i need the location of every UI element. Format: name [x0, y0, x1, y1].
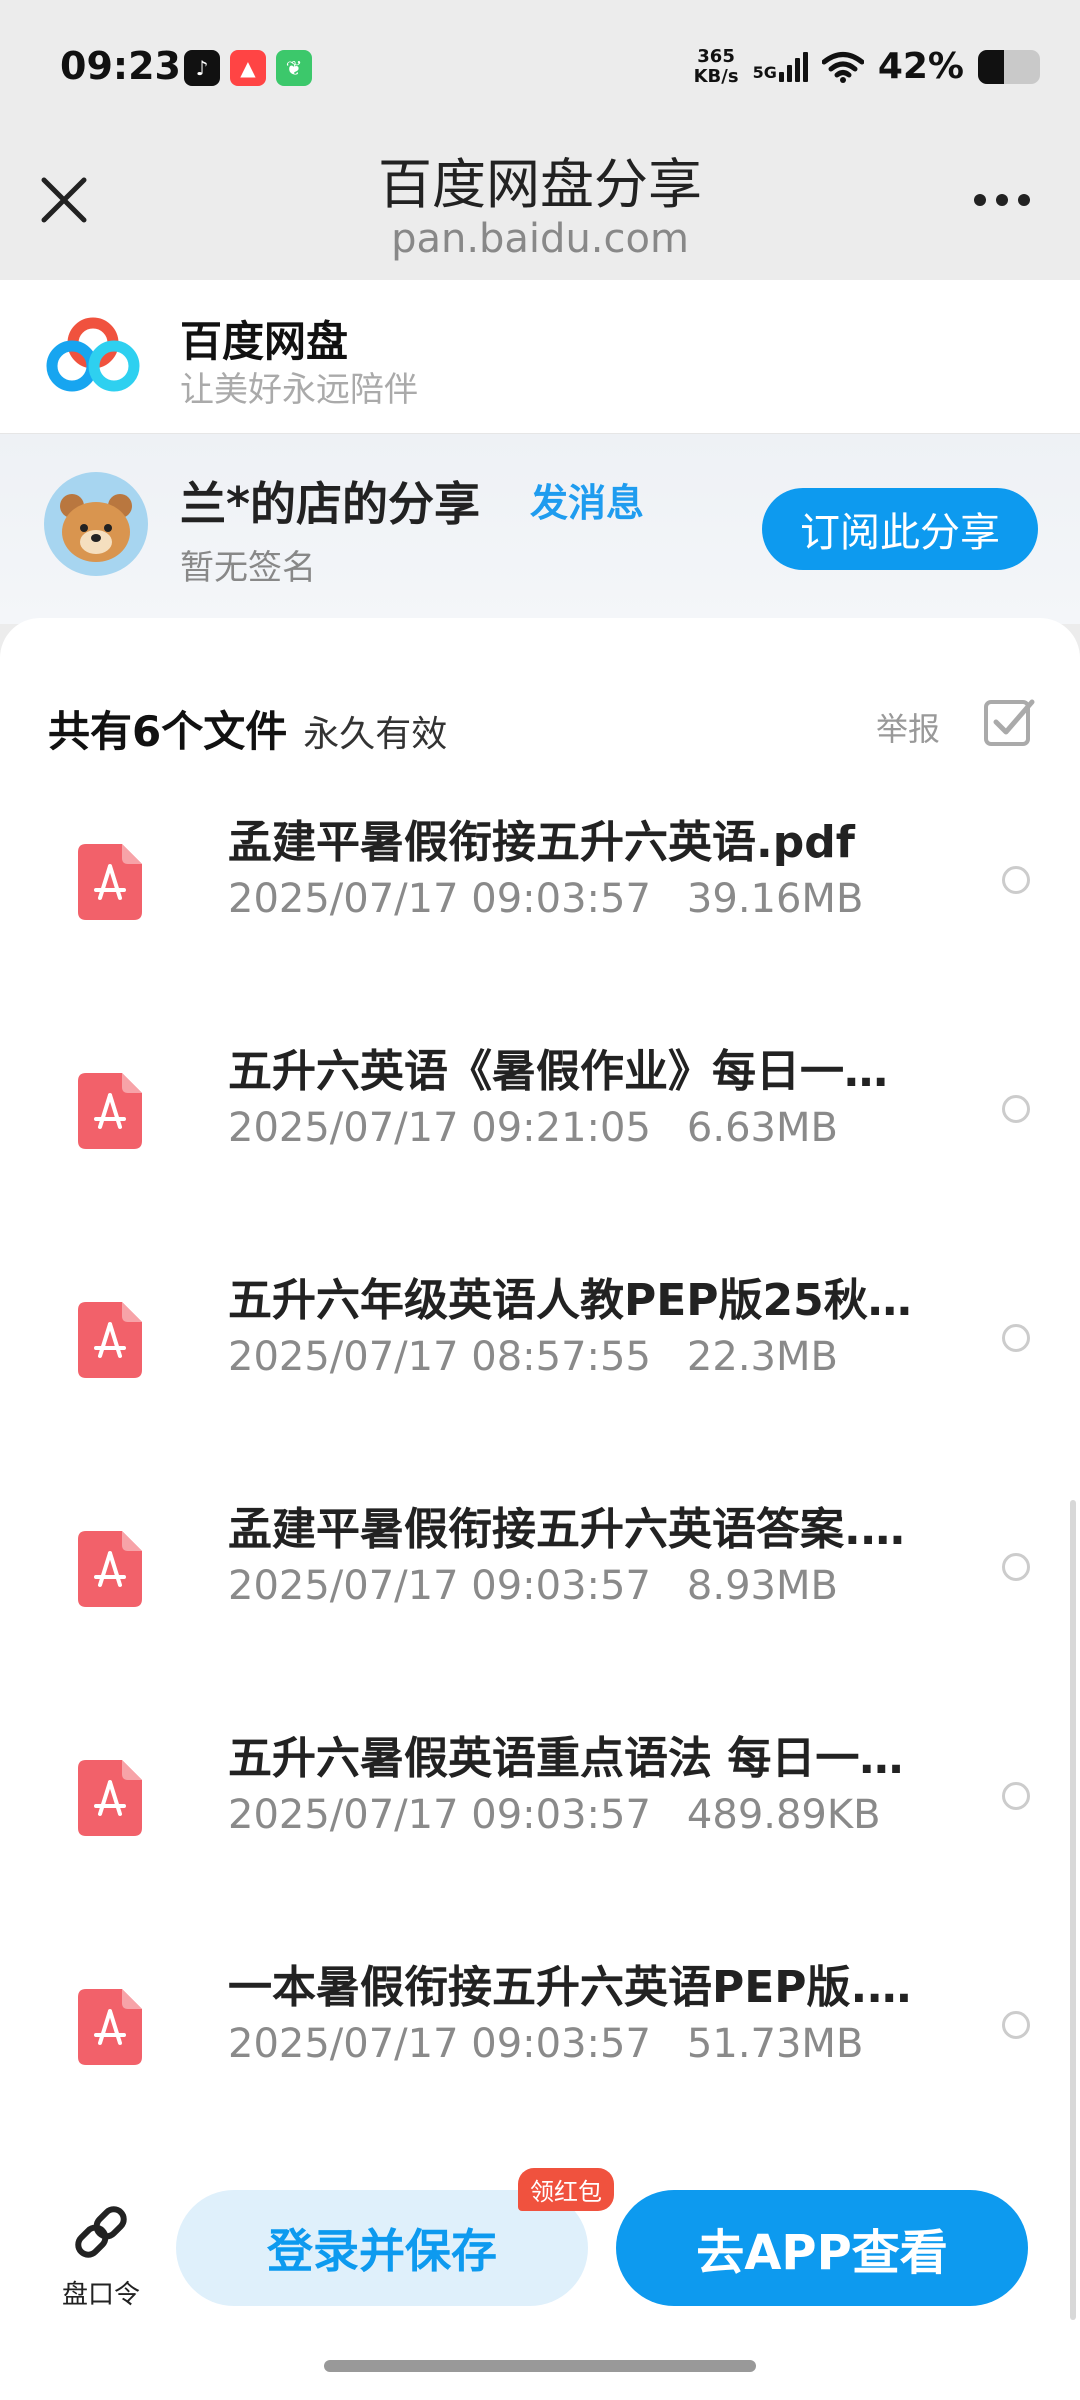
file-size: 39.16MB: [686, 876, 864, 922]
file-select-radio[interactable]: [1002, 1095, 1030, 1123]
app-notification-icon: ▲: [230, 50, 266, 86]
file-name: 一本暑假衔接五升六英语PEP版.pdf: [228, 1962, 928, 2013]
file-name: 五升六年级英语人教PEP版25秋…: [228, 1275, 912, 1326]
page-url: pan.baidu.com: [391, 216, 689, 262]
list-header: 共有6个文件 永久有效: [48, 698, 447, 759]
sharer-section: 兰*的店的分享 发消息 暂无签名 订阅此分享: [0, 434, 1080, 624]
red-packet-badge: 领红包: [518, 2168, 614, 2211]
file-date: 2025/07/17 09:03:57: [228, 876, 651, 922]
gesture-navigation-handle[interactable]: [324, 2360, 756, 2372]
send-message-link[interactable]: 发消息: [530, 472, 644, 527]
file-row[interactable]: 五升六英语《暑假作业》每日一… 2025/07/17 09:21:05 6.63MB: [0, 1017, 1080, 1246]
file-size: 6.63MB: [686, 1105, 838, 1151]
avatar: [44, 472, 148, 576]
validity: 永久有效: [303, 714, 448, 755]
file-row[interactable]: 五升六暑假英语重点语法 每日一… 2025/07/17 09:03:57 489.8…: [0, 1704, 1080, 1933]
file-row[interactable]: 孟建平暑假衔接五升六英语.pdf 2025/07/17 09:03:57 39.16…: [0, 788, 1080, 1017]
link-code-button[interactable]: 盘口令: [56, 2200, 146, 2311]
baidu-netdisk-logo: [46, 317, 140, 392]
brand-bar: 百度网盘 让美好永远陪伴: [0, 280, 1080, 434]
file-meta: 2025/07/17 08:57:55 22.3MB: [228, 1334, 838, 1380]
file-date: 2025/07/17 09:03:57: [228, 2021, 651, 2067]
bear-avatar-icon: [60, 494, 132, 562]
status-app-icons: ♪ ▲ ❦: [184, 50, 312, 86]
file-name: 五升六暑假英语重点语法 每日一…: [228, 1733, 904, 1784]
file-select-radio[interactable]: [1002, 2011, 1030, 2039]
file-select-radio[interactable]: [1002, 1553, 1030, 1581]
brand-name: 百度网盘: [180, 317, 349, 366]
scrollbar[interactable]: [1070, 1500, 1076, 2320]
file-name: 孟建平暑假衔接五升六英语.pdf: [228, 817, 855, 868]
status-right: 365 KB/s 5G 42%: [694, 46, 1040, 87]
open-app-button[interactable]: 去APP查看: [616, 2190, 1028, 2306]
cell-signal-icon: 5G: [753, 51, 808, 82]
file-row[interactable]: 一本暑假衔接五升六英语PEP版.pdf 2025/07/17 09:03:57 51…: [0, 1933, 1080, 2162]
sharer-name: 兰*的店的分享: [180, 477, 481, 531]
file-size: 8.93MB: [686, 1563, 838, 1609]
pdf-file-icon: [78, 1531, 142, 1607]
file-meta: 2025/07/17 09:03:57 489.89KB: [228, 1792, 881, 1838]
sprout-icon: ❦: [276, 50, 312, 86]
file-select-radio[interactable]: [1002, 1782, 1030, 1810]
file-meta: 2025/07/17 09:03:57 39.16MB: [228, 876, 863, 922]
tiktok-icon: ♪: [184, 50, 220, 86]
file-name: 五升六英语《暑假作业》每日一…: [228, 1046, 888, 1097]
pdf-file-icon: [78, 1302, 142, 1378]
report-link[interactable]: 举报: [876, 704, 940, 750]
bottom-action-bar: 盘口令 登录并保存 领红包 去APP查看: [0, 2168, 1080, 2330]
pdf-file-icon: [78, 1073, 142, 1149]
file-meta: 2025/07/17 09:21:05 6.63MB: [228, 1105, 838, 1151]
page-title: 百度网盘分享: [378, 153, 702, 216]
more-icon[interactable]: [974, 194, 1030, 206]
pdf-file-icon: [78, 1989, 142, 2065]
file-select-radio[interactable]: [1002, 866, 1030, 894]
battery-icon: [978, 49, 1040, 84]
pdf-file-icon: [78, 1760, 142, 1836]
status-time: 09:23: [60, 44, 181, 88]
file-select-radio[interactable]: [1002, 1324, 1030, 1352]
file-size: 489.89KB: [686, 1792, 881, 1838]
file-row[interactable]: 五升六年级英语人教PEP版25秋… 2025/07/17 08:57:55 22.3…: [0, 1246, 1080, 1475]
subscribe-button[interactable]: 订阅此分享: [762, 488, 1038, 570]
title-bar: 百度网盘分享 pan.baidu.com: [0, 140, 1080, 280]
brand-slogan: 让美好永远陪伴: [180, 370, 418, 410]
file-meta: 2025/07/17 09:03:57 51.73MB: [228, 2021, 863, 2067]
file-date: 2025/07/17 08:57:55: [228, 1334, 651, 1380]
file-date: 2025/07/17 09:21:05: [228, 1105, 651, 1151]
select-all-checkbox-icon[interactable]: [982, 696, 1036, 750]
link-icon: [75, 2206, 127, 2258]
file-meta: 2025/07/17 09:03:57 8.93MB: [228, 1563, 838, 1609]
network-speed: 365 KB/s: [693, 45, 739, 87]
file-row[interactable]: 孟建平暑假衔接五升六英语答案.… 2025/07/17 09:03:57 8.93M…: [0, 1475, 1080, 1704]
file-size: 51.73MB: [686, 2021, 864, 2067]
file-date: 2025/07/17 09:03:57: [228, 1563, 651, 1609]
sharer-signature: 暂无签名: [180, 548, 316, 588]
wifi-icon: [821, 51, 864, 83]
file-date: 2025/07/17 09:03:57: [228, 1792, 651, 1838]
status-bar: 09:23 ♪ ▲ ❦ 365 KB/s 5G 42%: [0, 0, 1080, 140]
file-count: 共有6个文件: [48, 707, 288, 756]
link-code-label: 盘口令: [61, 2280, 140, 2310]
pdf-file-icon: [78, 844, 142, 920]
file-list-card: 共有6个文件 永久有效 举报 孟建平暑假衔接五升六英语.pdf 2025/07/1…: [0, 618, 1080, 2400]
file-size: 22.3MB: [686, 1334, 838, 1380]
battery-percent: 42%: [877, 46, 964, 87]
file-list: 孟建平暑假衔接五升六英语.pdf 2025/07/17 09:03:57 39.16…: [0, 788, 1080, 2162]
file-name: 孟建平暑假衔接五升六英语答案.…: [228, 1504, 905, 1555]
